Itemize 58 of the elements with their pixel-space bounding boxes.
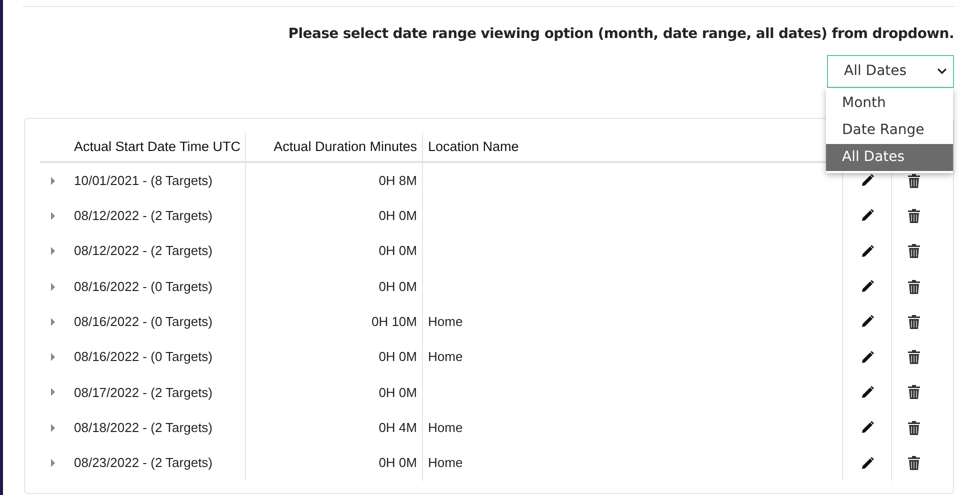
trash-icon[interactable] [908, 208, 920, 223]
expand-icon[interactable] [50, 212, 56, 220]
pencil-icon[interactable] [860, 174, 874, 188]
chevron-down-icon [937, 68, 947, 75]
pencil-icon[interactable] [860, 315, 874, 328]
pencil-icon[interactable] [860, 209, 874, 222]
table-cell-text: Home [428, 454, 463, 472]
trash-icon[interactable] [908, 350, 920, 364]
expand-icon[interactable] [50, 176, 56, 185]
table-cell-text: 0H 0M [378, 348, 417, 366]
expand-icon[interactable] [50, 318, 56, 326]
table-cell-text: 08/18/2022 - (2 Targets) [74, 418, 213, 437]
table-cell-text: 0H 0M [378, 454, 417, 472]
trash-icon[interactable] [908, 385, 920, 400]
table-cell-text: 08/12/2022 - (2 Targets) [74, 207, 213, 226]
column-header: Actual Start Date Time UTC [74, 138, 241, 156]
table-cell-text: 08/12/2022 - (2 Targets) [74, 242, 213, 260]
trash-icon[interactable] [908, 456, 920, 470]
table-cell-text: 08/17/2022 - (2 Targets) [74, 384, 213, 402]
table-cell-text: Home [428, 348, 463, 366]
table-cell-text: 0H 0M [378, 242, 417, 260]
instruction-text: Please select date range viewing option (month, date range, all dates) from dropdown. [288, 25, 954, 44]
date-range-select[interactable]: All Dates [827, 55, 954, 88]
table-cell-text: 08/16/2022 - (0 Targets) [74, 313, 213, 332]
trash-icon[interactable] [908, 280, 920, 294]
expand-icon[interactable] [50, 282, 56, 291]
pencil-icon[interactable] [860, 456, 874, 470]
column-header: Actual Duration Minutes [274, 138, 417, 156]
trash-icon[interactable] [908, 174, 920, 188]
pencil-icon[interactable] [860, 244, 874, 258]
expand-icon[interactable] [50, 388, 56, 396]
table-cell-text: 0H 8M [378, 172, 417, 190]
trash-icon[interactable] [908, 314, 920, 329]
table-cell-text: 0H 0M [378, 278, 417, 296]
pencil-icon[interactable] [860, 350, 874, 364]
table-cell-text: Home [428, 313, 463, 332]
table-cell-text: 08/16/2022 - (0 Targets) [74, 278, 213, 296]
expand-icon[interactable] [50, 424, 56, 432]
table-cell-text: 0H 0M [378, 207, 417, 226]
table-cell-text: 0H 0M [378, 384, 417, 402]
table-cell-text: Home [428, 418, 463, 437]
table-cell-text: 08/16/2022 - (0 Targets) [74, 348, 213, 366]
table-cell-text: 08/23/2022 - (2 Targets) [74, 454, 213, 472]
dropdown-option[interactable]: Date Range [826, 117, 953, 144]
dropdown-option[interactable]: All Dates [826, 144, 953, 171]
expand-icon[interactable] [50, 247, 56, 256]
table-cell-text: 0H 10M [371, 313, 417, 332]
table-cell-text: 10/01/2021 - (8 Targets) [74, 172, 213, 190]
expand-icon[interactable] [50, 459, 56, 468]
trash-icon[interactable] [908, 420, 920, 435]
expand-icon[interactable] [50, 353, 56, 362]
column-header: Location Name [428, 138, 519, 156]
pencil-icon[interactable] [860, 280, 874, 294]
pencil-icon[interactable] [860, 421, 874, 434]
pencil-icon[interactable] [860, 386, 874, 399]
trash-icon[interactable] [908, 244, 920, 258]
table-cell-text: 0H 4M [378, 418, 417, 437]
dropdown-option[interactable]: Month [826, 90, 953, 117]
